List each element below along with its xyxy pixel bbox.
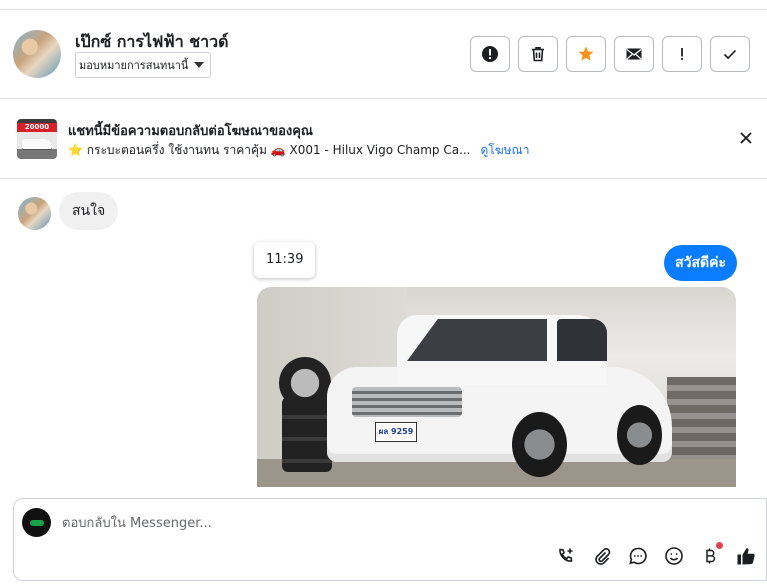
photo-spare-wheel [279,357,331,409]
ad-thumbnail-price: 20000 [17,123,57,132]
ad-reply-banner: 20000 แชทนี้มีข้อความตอบกลับต่อโฆษณาของค… [0,99,767,179]
outgoing-photo[interactable]: ผล 9259 [257,287,736,487]
envelope-icon [626,48,642,60]
incoming-message[interactable]: สนใจ [59,192,119,230]
chat-bubble-icon [629,547,647,565]
close-banner-button[interactable] [734,126,758,150]
reply-input[interactable] [62,513,562,533]
follow-up-button[interactable] [662,36,702,72]
message-timestamp: 11:39 [254,242,316,278]
header-actions [470,36,750,72]
alert-circle-icon [482,46,498,62]
payment-button[interactable] [699,542,723,567]
attach-file-button[interactable] [591,545,613,567]
ad-banner-title: แชทนี้มีข้อความตอบกลับต่อโฆษณาของคุณ [68,124,313,139]
assign-label: มอบหมายการสนทนานี้ [79,59,189,72]
contact-avatar[interactable] [13,30,61,78]
phone-plus-icon [559,548,573,562]
exclamation-icon [681,48,683,60]
star-icon [578,46,594,61]
saved-replies-button[interactable] [627,545,649,567]
star-button[interactable] [566,36,606,72]
close-icon [740,132,752,144]
page-avatar [22,508,51,537]
photo-side-window [557,319,607,361]
chevron-down-icon [194,62,205,68]
ad-banner-subtitle: ⭐ กระบะตอนครึ่ง ใช้งานทน ราคาคุ้ม 🚗 X001… [68,141,529,160]
trash-icon [532,47,544,62]
like-button[interactable] [735,545,757,567]
spam-button[interactable] [470,36,510,72]
photo-grille [352,387,462,417]
photo-front-wheel [512,412,567,477]
page-logo [29,519,44,526]
baht-icon [706,548,716,564]
composer-toolbar [555,542,757,567]
emoji-button[interactable] [663,545,685,567]
window-top-strip [0,0,767,10]
add-call-button[interactable] [555,545,577,567]
mark-done-button[interactable] [710,36,750,72]
paperclip-icon [595,548,611,565]
checkmark-icon [723,49,737,60]
conversation-header: เป๊กซ์ การไฟฟ้า ชาวด์ มอบหมายการสนทนานี้ [0,10,767,99]
message-composer [13,498,767,581]
ad-thumbnail[interactable]: 20000 [17,119,57,159]
sender-avatar[interactable] [18,197,51,230]
view-ad-link[interactable]: ดูโฆษณา [481,141,530,160]
smiley-icon [665,547,683,565]
outgoing-message[interactable]: สวัสดีค่ะ [664,245,737,281]
delete-button[interactable] [518,36,558,72]
ad-text: ⭐ กระบะตอนครึ่ง ใช้งานทน ราคาคุ้ม 🚗 X001… [68,143,471,157]
photo-license-plate: ผล 9259 [375,422,417,442]
message-thread[interactable]: สนใจ 11:39 สวัสดีค่ะ ผล 9259 [0,180,767,498]
photo-rear-wheel [617,405,662,465]
ad-thumbnail-car [22,139,52,149]
mark-unread-button[interactable] [614,36,654,72]
thumbs-up-icon [737,548,755,565]
assign-conversation-dropdown[interactable]: มอบหมายการสนทนานี้ [75,52,212,78]
notification-dot [716,542,723,549]
